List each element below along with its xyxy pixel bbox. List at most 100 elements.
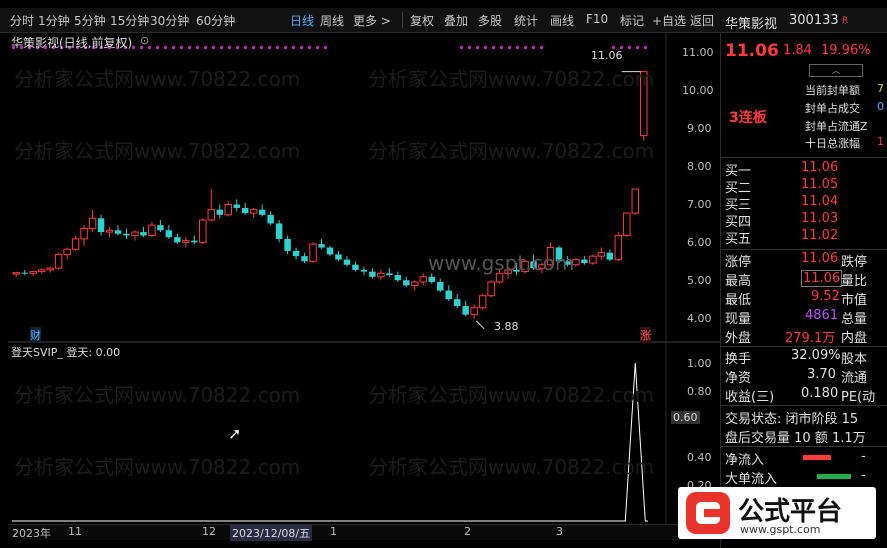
candle-body bbox=[623, 212, 631, 236]
low-price-label: 3.88 bbox=[494, 320, 519, 333]
stat-label: 总量 bbox=[841, 312, 868, 327]
limit-up-streak-tag: 3连板 bbox=[729, 110, 767, 126]
candle-body bbox=[343, 259, 351, 265]
candle-body bbox=[335, 254, 342, 260]
signal-dot bbox=[196, 46, 199, 49]
signal-dot bbox=[476, 46, 479, 49]
indicator-tick: 0.40 bbox=[687, 451, 712, 464]
candle-body bbox=[318, 244, 325, 248]
fund-label: 股本 bbox=[841, 352, 868, 367]
tab-more[interactable]: 更多 > bbox=[353, 12, 391, 29]
tab-1min[interactable]: 1分钟 bbox=[38, 12, 70, 29]
signal-dot bbox=[308, 46, 311, 49]
candle-body bbox=[148, 224, 156, 236]
collapse-icon[interactable]: ︿ bbox=[809, 64, 863, 77]
candle-body bbox=[46, 267, 54, 271]
signal-dot bbox=[636, 46, 639, 49]
fund-label: 流通 bbox=[841, 371, 868, 386]
net-inflow-bar bbox=[803, 455, 831, 460]
signal-dot bbox=[172, 46, 175, 49]
candle-body bbox=[631, 188, 640, 214]
stats-button[interactable]: 统计 bbox=[514, 12, 538, 29]
watermark: 分析家公式网www.70822.com bbox=[368, 67, 655, 91]
price-tick: 6.00 bbox=[687, 236, 712, 249]
kline-chart-area[interactable]: 华策影视(日线,前复权) ⊙ 11.06 3.88 财 涨 11.00 10.0… bbox=[8, 33, 720, 525]
high-price-label: 11.06 bbox=[591, 49, 623, 62]
watermark-center: www.gspt.com bbox=[428, 251, 575, 275]
seal-label: 封单占流通Z bbox=[805, 120, 868, 133]
candle-body bbox=[224, 203, 232, 216]
bid-price: 11.05 bbox=[801, 177, 839, 192]
tab-15min[interactable]: 15分钟 bbox=[110, 12, 149, 29]
fund-value: 32.09% bbox=[791, 348, 841, 363]
candle-body bbox=[71, 238, 80, 250]
candle-body bbox=[54, 253, 63, 269]
after-hours-trade: 盘后交易量 10 额 1.1万 bbox=[725, 431, 866, 446]
signal-dot bbox=[324, 46, 327, 49]
mark-button[interactable]: 标记 bbox=[620, 12, 644, 29]
quote-panel: 华策影视 300133 R 11.06 1.84 19.96% ︿ 3连板 当前… bbox=[720, 13, 887, 548]
watermark: 分析家公式网www.70822.com bbox=[368, 139, 655, 163]
candle-body bbox=[191, 240, 198, 243]
candle-body bbox=[292, 250, 300, 257]
price-tick: 9.00 bbox=[687, 122, 712, 135]
signal-dot bbox=[644, 46, 647, 49]
tab-5min[interactable]: 5分钟 bbox=[74, 12, 106, 29]
signal-dot bbox=[180, 46, 183, 49]
signal-dot bbox=[508, 46, 511, 49]
tab-fenshi[interactable]: 分时 bbox=[10, 12, 34, 29]
logo-url: www.gspt.com bbox=[740, 523, 821, 536]
price-change: 1.84 bbox=[783, 43, 812, 58]
overlay-button[interactable]: 叠加 bbox=[444, 12, 468, 29]
signal-dot bbox=[492, 46, 495, 49]
price-tick: 5.00 bbox=[687, 274, 712, 287]
tab-daily[interactable]: 日线 bbox=[290, 12, 314, 29]
mouse-cursor-icon: ➚ bbox=[228, 424, 242, 443]
candle-body bbox=[606, 252, 614, 260]
price-tick: 11.00 bbox=[682, 46, 714, 59]
candle-body bbox=[97, 218, 105, 233]
tab-30min[interactable]: 30分钟 bbox=[150, 12, 189, 29]
price-tick: 4.00 bbox=[687, 312, 712, 325]
chart-title: 华策影视(日线,前复权) bbox=[11, 36, 133, 50]
signal-dot bbox=[276, 46, 279, 49]
fund-label: 换手 bbox=[725, 352, 752, 367]
big-order-bar bbox=[817, 474, 851, 479]
adjust-button[interactable]: 复权 bbox=[410, 12, 434, 29]
candle-body bbox=[419, 276, 428, 283]
signal-dot bbox=[220, 46, 223, 49]
candle-body bbox=[131, 231, 139, 236]
multi-stock-button[interactable]: 多股 bbox=[478, 12, 502, 29]
last-price: 11.06 bbox=[725, 41, 779, 61]
add-watchlist-button[interactable]: +自选 bbox=[652, 12, 686, 29]
chart-settings-icon[interactable]: ⊙ bbox=[140, 34, 149, 47]
signal-dot bbox=[228, 46, 231, 49]
candle-body bbox=[411, 281, 419, 286]
indicator-tick: 0.80 bbox=[687, 385, 712, 398]
watermark: 分析家公式网www.70822.com bbox=[14, 139, 301, 163]
bid-price: 11.02 bbox=[801, 228, 839, 243]
stock-badge: R bbox=[842, 16, 849, 26]
candle-body bbox=[80, 228, 88, 240]
candle-body bbox=[12, 272, 20, 275]
watermark: 分析家公式网www.70822.com bbox=[368, 383, 655, 407]
bid-label: 买五 bbox=[725, 232, 752, 247]
candle-body bbox=[182, 240, 190, 243]
limit-up-marker[interactable]: 涨 bbox=[640, 327, 651, 343]
fund-value: 3.70 bbox=[807, 367, 836, 382]
signal-dot bbox=[268, 46, 271, 49]
signal-dot bbox=[316, 46, 319, 49]
draw-line-button[interactable]: 画线 bbox=[550, 12, 574, 29]
price-tick: 8.00 bbox=[687, 160, 712, 173]
fund-label: 收益(三) bbox=[725, 390, 775, 405]
back-button[interactable]: 返回 bbox=[690, 12, 714, 29]
tab-60min[interactable]: 60分钟 bbox=[196, 12, 235, 29]
tab-weekly[interactable]: 周线 bbox=[320, 12, 344, 29]
gspt-logo: 公式平台 www.gspt.com bbox=[678, 487, 876, 539]
candle-body bbox=[233, 204, 240, 208]
finance-marker[interactable]: 财 bbox=[30, 327, 41, 343]
f10-button[interactable]: F10 bbox=[586, 12, 608, 26]
stat-value: 4861 bbox=[805, 308, 839, 323]
stat-label: 外盘 bbox=[725, 331, 752, 346]
signal-dot bbox=[252, 46, 255, 49]
